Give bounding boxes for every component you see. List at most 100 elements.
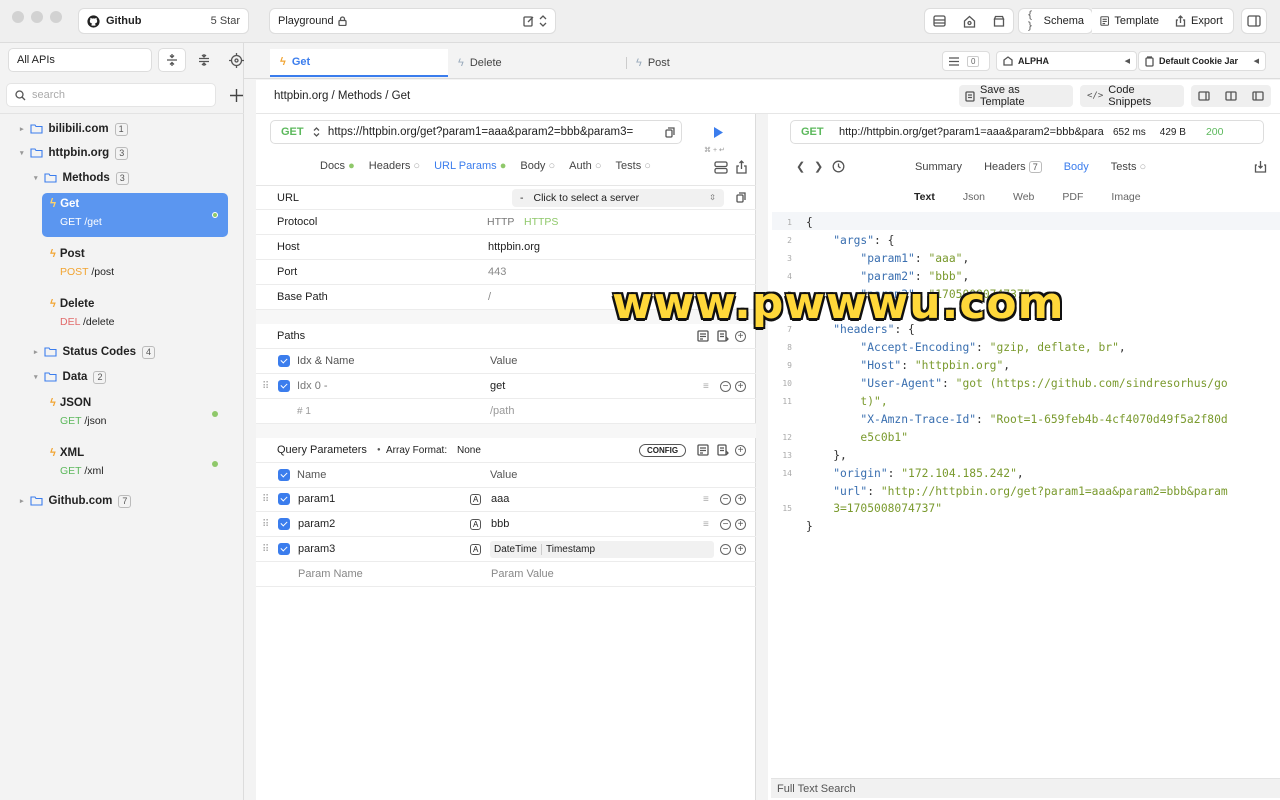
- param-name[interactable]: param2: [298, 518, 335, 530]
- select-all-checkbox[interactable]: [278, 355, 290, 367]
- select-all-checkbox[interactable]: [278, 469, 290, 481]
- response-tab-headers[interactable]: Headers 7: [984, 161, 1042, 173]
- row-checkbox[interactable]: [278, 518, 290, 530]
- response-tab-tests[interactable]: Tests ○: [1111, 161, 1146, 173]
- basepath-value[interactable]: /: [488, 291, 491, 303]
- path-value[interactable]: get: [490, 380, 505, 392]
- save-as-template-button[interactable]: Save as Template: [959, 84, 1073, 108]
- remove-circle-icon[interactable]: −: [720, 518, 731, 530]
- workspace-selector[interactable]: Playground: [269, 8, 556, 34]
- export-button[interactable]: Export: [1167, 8, 1234, 34]
- subtab-tests[interactable]: Tests ○: [616, 160, 651, 172]
- response-tab-summary[interactable]: Summary: [915, 161, 962, 173]
- add-circle-icon[interactable]: +: [735, 493, 746, 505]
- menu-icon[interactable]: ≡: [703, 494, 709, 505]
- config-button[interactable]: CONFIG: [639, 443, 687, 457]
- bulk-edit-icon[interactable]: [697, 444, 709, 456]
- tab-list-button[interactable]: 0: [942, 51, 990, 71]
- download-icon[interactable]: [1254, 160, 1267, 173]
- edit-icon[interactable]: [523, 15, 535, 27]
- remove-circle-icon[interactable]: −: [720, 543, 731, 555]
- layout-left-icon[interactable]: [1198, 91, 1210, 101]
- format-pdf[interactable]: PDF: [1062, 191, 1083, 203]
- remove-circle-icon[interactable]: −: [720, 380, 731, 392]
- request-item-xml[interactable]: ϟ XML GET /xml: [42, 442, 228, 486]
- add-circle-icon[interactable]: +: [735, 543, 746, 555]
- add-circle-icon[interactable]: +: [735, 444, 746, 456]
- share-icon[interactable]: [735, 160, 748, 174]
- request-item-get[interactable]: ϟ Get GET /get: [42, 193, 228, 237]
- sidebar-search-input[interactable]: search: [6, 83, 216, 107]
- host-value[interactable]: httpbin.org: [488, 241, 540, 253]
- copy-icon[interactable]: [665, 126, 675, 138]
- protocol-https[interactable]: HTTPS: [524, 216, 558, 228]
- collapse-all-button[interactable]: [190, 48, 218, 72]
- request-item-delete[interactable]: ϟ Delete DEL /delete: [42, 293, 228, 337]
- copy-icon[interactable]: [736, 192, 746, 203]
- table-view-icon[interactable]: [933, 15, 946, 27]
- text-type-icon[interactable]: A: [470, 493, 482, 505]
- tree-item-data[interactable]: ▾ Data 2: [34, 366, 107, 388]
- close-window-button[interactable]: [12, 11, 24, 23]
- api-filter-select[interactable]: All APIs: [8, 48, 152, 72]
- import-icon[interactable]: [717, 330, 729, 342]
- tree-item-httpbin[interactable]: ▾ httpbin.org 3: [20, 142, 129, 164]
- code-snippets-button[interactable]: </> Code Snippets: [1080, 84, 1184, 108]
- server-select[interactable]: - Click to select a server ⇳: [512, 188, 724, 207]
- array-format-value[interactable]: None: [457, 445, 481, 456]
- row-checkbox[interactable]: [278, 493, 290, 505]
- format-text[interactable]: Text: [914, 191, 935, 203]
- forward-icon[interactable]: ❯: [814, 160, 823, 173]
- protocol-http[interactable]: HTTP: [487, 216, 514, 228]
- subtab-url-params[interactable]: URL Params ●: [434, 160, 506, 172]
- history-icon[interactable]: [832, 160, 845, 173]
- row-checkbox[interactable]: [278, 380, 290, 392]
- template-button[interactable]: Template: [1092, 8, 1168, 34]
- add-circle-icon[interactable]: +: [735, 518, 746, 530]
- layout-right-icon[interactable]: [1251, 91, 1264, 101]
- tab-post[interactable]: ϟ Post: [626, 49, 804, 77]
- add-circle-icon[interactable]: +: [735, 330, 746, 342]
- toggle-panel-button[interactable]: [1241, 8, 1267, 34]
- import-icon[interactable]: [717, 444, 729, 456]
- drag-handle-icon[interactable]: ⠿: [262, 494, 269, 505]
- request-item-post[interactable]: ϟ Post POST /post: [42, 243, 228, 287]
- environment-select[interactable]: ALPHA ◀: [996, 51, 1137, 71]
- back-icon[interactable]: ❮: [796, 160, 805, 173]
- home-icon[interactable]: [963, 15, 976, 28]
- remove-circle-icon[interactable]: −: [720, 493, 731, 505]
- layout-split-icon[interactable]: [1225, 91, 1237, 101]
- tree-item-methods[interactable]: ▾ Methods 3: [34, 167, 129, 189]
- param-name[interactable]: param3: [298, 543, 335, 555]
- param-value[interactable]: aaa: [491, 493, 509, 505]
- path-value-placeholder[interactable]: /path: [490, 405, 514, 417]
- expand-all-button[interactable]: [158, 48, 186, 72]
- param-value[interactable]: bbb: [491, 518, 509, 530]
- drag-handle-icon[interactable]: ⠿: [262, 381, 269, 392]
- dynamic-value-chip[interactable]: DateTime Timestamp: [490, 540, 714, 558]
- bulk-edit-icon[interactable]: [697, 330, 709, 342]
- menu-icon[interactable]: ≡: [703, 381, 709, 392]
- menu-icon[interactable]: ≡: [703, 519, 709, 530]
- schema-button[interactable]: { } Schema: [1018, 8, 1093, 34]
- text-type-icon[interactable]: A: [470, 543, 482, 555]
- subtab-headers[interactable]: Headers ○: [369, 160, 420, 172]
- row-checkbox[interactable]: [278, 543, 290, 555]
- tab-get[interactable]: ϟ Get: [270, 49, 448, 77]
- param-value-placeholder[interactable]: Param Value: [491, 568, 554, 580]
- cookie-jar-select[interactable]: Default Cookie Jar ◀: [1138, 51, 1266, 71]
- request-item-json[interactable]: ϟ JSON GET /json: [42, 392, 228, 436]
- port-value[interactable]: 443: [488, 266, 506, 278]
- send-button[interactable]: [690, 120, 746, 144]
- zoom-window-button[interactable]: [50, 11, 62, 23]
- box-icon[interactable]: [993, 15, 1005, 27]
- url-input[interactable]: https://httpbin.org/get?param1=aaa&param…: [328, 126, 657, 138]
- tree-item-bilibili[interactable]: ▸ bilibili.com 1: [20, 118, 128, 140]
- path-name-placeholder[interactable]: # 1: [297, 406, 311, 417]
- param-name-placeholder[interactable]: Param Name: [298, 568, 363, 580]
- format-json[interactable]: Json: [963, 191, 985, 203]
- subtab-auth[interactable]: Auth ○: [569, 160, 601, 172]
- request-url-bar[interactable]: GET https://httpbin.org/get?param1=aaa&p…: [270, 120, 682, 144]
- github-repo-button[interactable]: Github 5 Star: [78, 8, 249, 34]
- format-image[interactable]: Image: [1111, 191, 1140, 203]
